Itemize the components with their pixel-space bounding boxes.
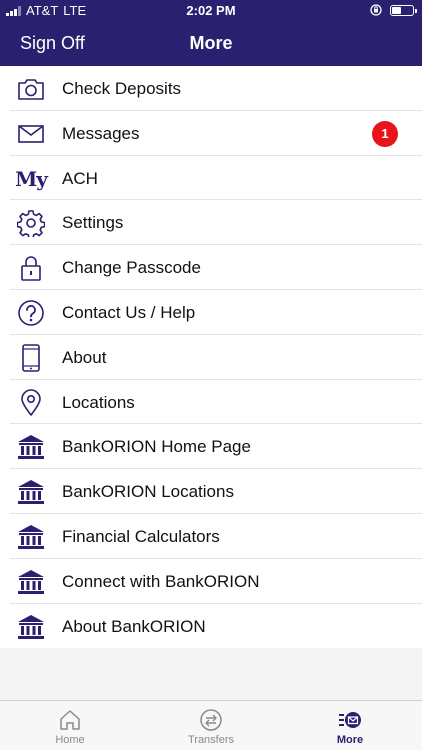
menu-item-check-deposits[interactable]: Check Deposits bbox=[0, 66, 422, 111]
menu-item-bankorion-locations[interactable]: BankORION Locations bbox=[0, 469, 422, 514]
menu-item-label: About BankORION bbox=[62, 616, 206, 636]
status-time: 2:02 PM bbox=[186, 3, 236, 18]
menu-item-messages[interactable]: Messages 1 bbox=[0, 111, 422, 156]
tab-label: Transfers bbox=[187, 734, 235, 746]
menu-item-label: ACH bbox=[62, 168, 98, 188]
menu-item-about[interactable]: About bbox=[0, 335, 422, 380]
menu-item-settings[interactable]: Settings bbox=[0, 200, 422, 246]
map-pin-icon bbox=[16, 388, 46, 417]
menu-item-label: Check Deposits bbox=[62, 79, 182, 98]
my-icon: My bbox=[15, 166, 48, 191]
menu-item-label: About bbox=[62, 347, 107, 367]
battery-icon bbox=[390, 4, 417, 16]
camera-icon bbox=[16, 75, 46, 103]
menu-item-label: BankORION Locations bbox=[62, 482, 234, 502]
tab-home[interactable]: Home bbox=[0, 701, 140, 750]
bank-icon bbox=[16, 613, 46, 641]
bank-icon bbox=[16, 433, 46, 461]
menu-item-label: Change Passcode bbox=[62, 258, 201, 278]
tab-label: More bbox=[336, 734, 364, 746]
nav-bar: Sign Off More bbox=[0, 22, 422, 66]
phone-icon bbox=[16, 343, 46, 372]
menu-item-label: Financial Calculators bbox=[62, 526, 220, 546]
menu-item-bankorion-home-page[interactable]: BankORION Home Page bbox=[0, 424, 422, 470]
gear-icon bbox=[16, 209, 46, 238]
menu-item-ach[interactable]: My ACH bbox=[0, 156, 422, 201]
transfers-icon bbox=[200, 709, 222, 731]
home-icon bbox=[60, 710, 80, 730]
menu-item-connect-with-bankorion[interactable]: Connect with BankORION bbox=[0, 559, 422, 604]
tab-more[interactable]: More bbox=[280, 701, 420, 750]
menu-item-label: Messages bbox=[62, 123, 140, 143]
orientation-lock-icon bbox=[370, 4, 382, 16]
more-icon bbox=[339, 712, 361, 728]
menu-item-change-passcode[interactable]: Change Passcode bbox=[0, 245, 422, 290]
menu-item-contact-help[interactable]: Contact Us / Help bbox=[0, 290, 422, 335]
menu-item-about-bankorion[interactable]: About BankORION bbox=[0, 604, 422, 649]
tab-transfers[interactable]: Transfers bbox=[141, 701, 281, 750]
bank-icon bbox=[16, 568, 46, 596]
bank-icon bbox=[16, 478, 46, 506]
question-circle-icon bbox=[16, 299, 46, 327]
menu-item-label: Contact Us / Help bbox=[62, 302, 196, 322]
tab-label: Home bbox=[55, 734, 85, 746]
status-right bbox=[370, 4, 417, 16]
menu-item-label: Connect with BankORION bbox=[62, 571, 260, 591]
envelope-icon bbox=[16, 120, 46, 148]
lock-icon bbox=[16, 254, 46, 282]
menu-item-label: BankORION Home Page bbox=[62, 437, 251, 457]
menu-item-label: Locations bbox=[62, 392, 135, 412]
status-bar: AT&T LTE 2:02 PM bbox=[0, 0, 422, 22]
menu-item-locations[interactable]: Locations bbox=[0, 380, 422, 425]
page-title: More bbox=[189, 33, 233, 53]
bank-icon bbox=[16, 523, 46, 551]
menu-item-financial-calculators[interactable]: Financial Calculators bbox=[0, 514, 422, 559]
tab-bar: Home Transfers More bbox=[0, 700, 422, 750]
more-menu-list: Check Deposits Messages 1 My ACH Setting… bbox=[0, 66, 422, 649]
menu-item-label: Settings bbox=[62, 213, 124, 233]
unread-count-badge: 1 bbox=[372, 120, 398, 147]
